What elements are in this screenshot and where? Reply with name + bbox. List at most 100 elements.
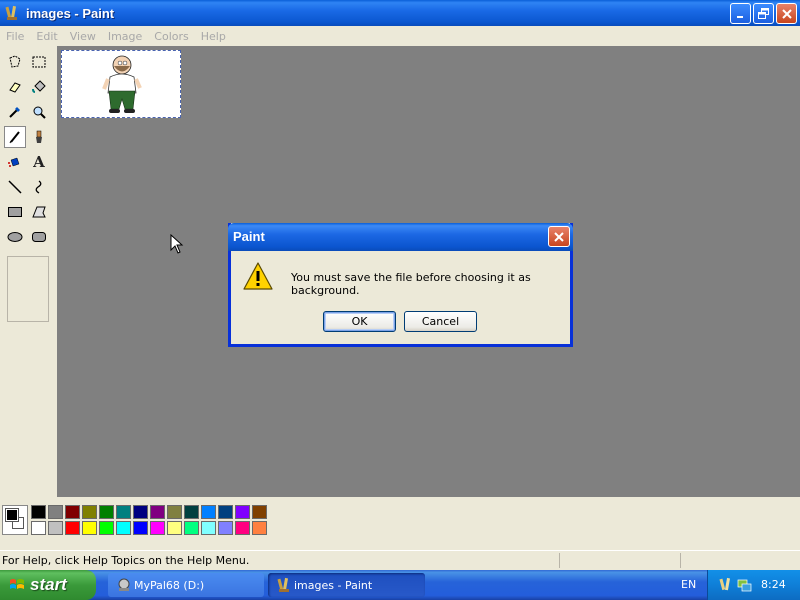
color-swatch[interactable] (235, 521, 250, 535)
language-indicator[interactable]: EN (681, 578, 696, 591)
status-bar: For Help, click Help Topics on the Help … (0, 550, 800, 569)
color-swatch[interactable] (235, 505, 250, 519)
dialog-close-button[interactable] (548, 226, 570, 247)
color-swatch[interactable] (99, 521, 114, 535)
cartoon-character-image (102, 55, 142, 113)
taskbar-item-mypal[interactable]: MyPal68 (D:) (108, 573, 264, 597)
color-swatch[interactable] (82, 521, 97, 535)
menu-image[interactable]: Image (102, 30, 148, 43)
tool-text[interactable]: A (28, 151, 50, 173)
close-icon (781, 8, 792, 19)
tool-eraser[interactable] (4, 76, 26, 98)
warning-icon (243, 262, 273, 290)
taskbar-item-label: images - Paint (294, 578, 373, 592)
color-palette (0, 497, 800, 545)
text-icon: A (33, 153, 45, 171)
maximize-button[interactable] (753, 3, 774, 24)
status-help-text: For Help, click Help Topics on the Help … (2, 553, 250, 567)
status-divider (559, 553, 560, 568)
pencil-icon (9, 131, 20, 144)
color-swatch[interactable] (184, 505, 199, 519)
minimize-icon (736, 15, 743, 18)
color-swatch[interactable] (48, 505, 63, 519)
color-swatch[interactable] (150, 505, 165, 519)
tool-magnifier[interactable] (28, 101, 50, 123)
clock: 8:24 (761, 578, 786, 591)
drive-icon (118, 578, 130, 591)
image-canvas[interactable] (61, 50, 181, 118)
tool-fill[interactable] (28, 76, 50, 98)
tool-free-form-select[interactable] (4, 51, 26, 73)
foreground-color (5, 508, 19, 522)
color-swatch[interactable] (48, 521, 63, 535)
free-form-select-icon (9, 55, 21, 68)
tool-curve[interactable] (28, 176, 50, 198)
color-swatch[interactable] (116, 505, 131, 519)
taskbar: start MyPal68 (D:) images - Paint EN 8:2… (0, 570, 800, 600)
dialog-message: You must save the file before choosing i… (291, 271, 531, 297)
menu-help[interactable]: Help (195, 30, 232, 43)
current-colors-indicator[interactable] (2, 505, 28, 535)
tool-rectangle[interactable] (4, 201, 26, 223)
close-button[interactable] (776, 3, 797, 24)
title-bar[interactable]: images - Paint (0, 0, 800, 26)
system-tray: 8:24 (707, 570, 800, 600)
color-swatch[interactable] (184, 521, 199, 535)
fill-icon (32, 80, 46, 93)
menu-colors[interactable]: Colors (148, 30, 194, 43)
color-swatch[interactable] (65, 521, 80, 535)
menu-edit[interactable]: Edit (30, 30, 63, 43)
airbrush-icon (8, 157, 20, 167)
tool-pick-color[interactable] (4, 101, 26, 123)
brush-icon (36, 130, 42, 143)
taskbar-item-label: MyPal68 (D:) (134, 578, 205, 592)
color-swatch[interactable] (201, 521, 216, 535)
rectangle-icon (8, 207, 22, 217)
tool-brush[interactable] (28, 126, 50, 148)
menu-file[interactable]: File (0, 30, 30, 43)
color-swatch[interactable] (252, 505, 267, 519)
tool-airbrush[interactable] (4, 151, 26, 173)
rounded-rectangle-icon (32, 232, 46, 242)
ok-button[interactable]: OK (323, 311, 396, 332)
tool-options-box[interactable] (7, 256, 49, 322)
color-swatch[interactable] (99, 505, 114, 519)
network-tray-icon[interactable] (736, 577, 752, 593)
color-swatch[interactable] (201, 505, 216, 519)
magnifier-icon (33, 106, 46, 119)
start-button[interactable]: start (0, 570, 96, 600)
select-icon (32, 56, 46, 68)
color-swatch[interactable] (116, 521, 131, 535)
color-swatch[interactable] (133, 505, 148, 519)
minimize-button[interactable] (730, 3, 751, 24)
ellipse-icon (7, 232, 23, 242)
menu-view[interactable]: View (64, 30, 102, 43)
paint-tray-icon[interactable] (718, 577, 734, 593)
color-swatch[interactable] (82, 505, 97, 519)
close-icon (554, 231, 564, 242)
taskbar-item-paint[interactable]: images - Paint (268, 573, 425, 597)
tool-polygon[interactable] (28, 201, 50, 223)
tool-pencil[interactable] (4, 126, 26, 148)
tool-ellipse[interactable] (4, 226, 26, 248)
color-swatch[interactable] (31, 521, 46, 535)
color-swatch[interactable] (150, 521, 165, 535)
color-swatch[interactable] (167, 505, 182, 519)
dialog-title-bar[interactable]: Paint (228, 223, 573, 251)
paint-app-icon[interactable] (4, 5, 20, 21)
color-swatch[interactable] (252, 521, 267, 535)
cancel-button[interactable]: Cancel (404, 311, 477, 332)
color-swatch[interactable] (133, 521, 148, 535)
tool-select[interactable] (28, 51, 50, 73)
tool-rounded-rectangle[interactable] (28, 226, 50, 248)
color-swatch[interactable] (31, 505, 46, 519)
window-title: images - Paint (26, 5, 115, 21)
dialog-title: Paint (233, 229, 265, 244)
warning-dialog: Paint You must save the file before choo… (228, 223, 573, 347)
color-swatch[interactable] (65, 505, 80, 519)
line-icon (8, 180, 22, 194)
color-swatch[interactable] (167, 521, 182, 535)
color-swatch[interactable] (218, 521, 233, 535)
color-swatch[interactable] (218, 505, 233, 519)
tool-line[interactable] (4, 176, 26, 198)
